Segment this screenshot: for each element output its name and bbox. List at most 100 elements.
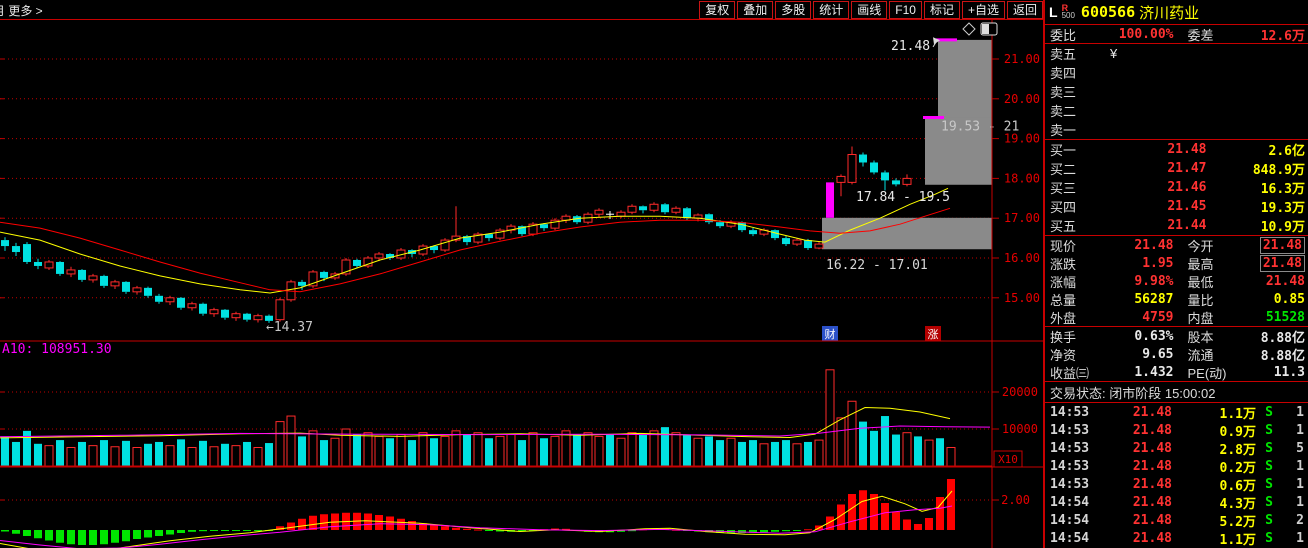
panel-toggle-icon-fill[interactable] (982, 24, 989, 34)
macd-bar (122, 530, 130, 542)
macd-bar (771, 530, 779, 532)
toolbar-button-多股[interactable]: 多股 (775, 1, 812, 19)
volume-bar (408, 440, 416, 466)
volume-bar (693, 437, 703, 467)
candle-body (320, 271, 328, 278)
volume-bar (451, 430, 461, 467)
volume-bar (792, 443, 802, 467)
kline-chart-area[interactable]: 21.00 20.00 19.00 18.00 17.00 16.00 15.00 21.48… (0, 20, 1043, 548)
macd-bar (34, 530, 42, 539)
volume-bar (418, 432, 428, 467)
macd-bar (485, 530, 493, 531)
volume-bar (924, 439, 934, 467)
volume-bar (363, 432, 373, 467)
weibi-value: 100.00% (1118, 26, 1174, 42)
candle-body (177, 297, 185, 308)
tick-list[interactable]: 14:53 21.48 1.1万 S 1 14:53 21.48 0.9万 S 1 14:53 21.… (1045, 403, 1308, 548)
volume-bar (639, 434, 647, 466)
volume-bar (814, 439, 824, 467)
volume-bar (594, 435, 604, 467)
volume-bar (726, 437, 736, 467)
macd-bar (166, 530, 174, 535)
stat-row: 收益㈢ 1.432 PE(动) 11.3 (1050, 364, 1305, 381)
candle-body (683, 208, 691, 219)
volume-scale-label[interactable]: X10 (998, 453, 1018, 466)
macd-bar (232, 530, 240, 531)
diamond-icon[interactable] (962, 22, 976, 36)
price-axis-label: 18.00 (1004, 171, 1040, 185)
volume-bar (353, 434, 361, 466)
macd-bar (188, 530, 196, 532)
stock-header: L R 500 600566 济川药业 (1045, 0, 1308, 24)
macd-bar (287, 522, 295, 530)
candle-body (485, 234, 493, 239)
volume-bar (165, 445, 175, 467)
volume-bar (616, 437, 626, 467)
weibi-row: 委比 100.00% 委差 12.6万 (1045, 25, 1308, 44)
macd-bar (804, 529, 812, 531)
tick-row: 14:53 21.48 1.1万 S 1 (1050, 404, 1304, 422)
volume-bar (440, 435, 450, 467)
candle-body (826, 182, 834, 218)
chart-annotation: 16.22 - 17.01 (826, 258, 928, 273)
volume-bar (649, 430, 659, 467)
candle-body (275, 299, 285, 321)
volume-bar (892, 434, 900, 466)
candle-body (199, 303, 207, 314)
candle-body (814, 243, 824, 249)
candle-body (209, 309, 219, 315)
ask-row: 卖五 ¥ (1050, 46, 1118, 62)
volume-bar (132, 447, 142, 467)
candle-body (870, 162, 878, 173)
volume-bar (583, 432, 593, 467)
toolbar-button-叠加[interactable]: 叠加 (737, 1, 774, 19)
toolbar-button-标记[interactable]: 标记 (923, 1, 960, 19)
period-more-label[interactable]: 月 更多 > (0, 2, 43, 19)
candle-body (144, 287, 152, 296)
candle-body (298, 281, 306, 286)
candle-body (594, 209, 604, 215)
volume-bar (847, 400, 857, 467)
kline-chart-svg[interactable]: 21.0020.0019.0018.0017.0016.0015.0021.48… (0, 20, 1043, 548)
toolbar-button-画线[interactable]: 画线 (851, 1, 888, 19)
tick-row: 14:53 21.48 2.8万 S 5 (1050, 440, 1304, 458)
macd-dea-line (0, 505, 953, 548)
candle-body (155, 295, 163, 302)
toolbar-button-F10[interactable]: F10 (889, 1, 922, 19)
toolbar-button-+自选[interactable]: +自选 (961, 1, 1005, 19)
volume-bar (1, 436, 9, 466)
candle-body (243, 313, 251, 320)
macd-bar (463, 528, 471, 530)
macd-bar (782, 530, 790, 532)
macd-bar (56, 530, 64, 543)
candle-body (187, 303, 197, 309)
volume-bar (495, 435, 505, 467)
volume-bar (683, 434, 691, 466)
volume-bar (561, 430, 571, 467)
volume-bar (661, 427, 669, 466)
toolbar-button-统计[interactable]: 统计 (813, 1, 850, 19)
volume-bar (122, 440, 130, 466)
macd-bar (144, 530, 152, 538)
quote-panel: L R 500 600566 济川药业 委比 100.00% 委差 12.6万 … (1043, 0, 1308, 548)
toolbar-button-复权[interactable]: 复权 (699, 1, 736, 19)
event-marker-label[interactable]: 涨 (928, 328, 939, 341)
candle-body (661, 204, 669, 213)
event-marker-label[interactable]: 财 (825, 327, 836, 341)
volume-bar (44, 445, 54, 467)
candle-body (132, 287, 142, 293)
macd-bar (45, 530, 53, 541)
stat-row: 净资 9.65 流通 8.88亿 (1050, 346, 1305, 364)
macd-bar (199, 530, 207, 532)
volume-bar (804, 441, 812, 466)
candle-body (56, 261, 64, 274)
bid-row: 买三 21.46 16.3万 (1050, 180, 1305, 197)
price-stats: 现价 21.48 今开 21.48 涨跌 1.95 最高 21.48 涨幅 9.98% 最低 21.4… (1045, 236, 1308, 326)
volume-layer (1, 369, 956, 467)
macd-bar (100, 530, 108, 545)
volume-bar (914, 436, 922, 466)
volume-bar (550, 435, 560, 467)
candle-body (44, 261, 54, 269)
toolbar-button-返回[interactable]: 返回 (1006, 1, 1043, 19)
volume-bar (66, 447, 76, 467)
